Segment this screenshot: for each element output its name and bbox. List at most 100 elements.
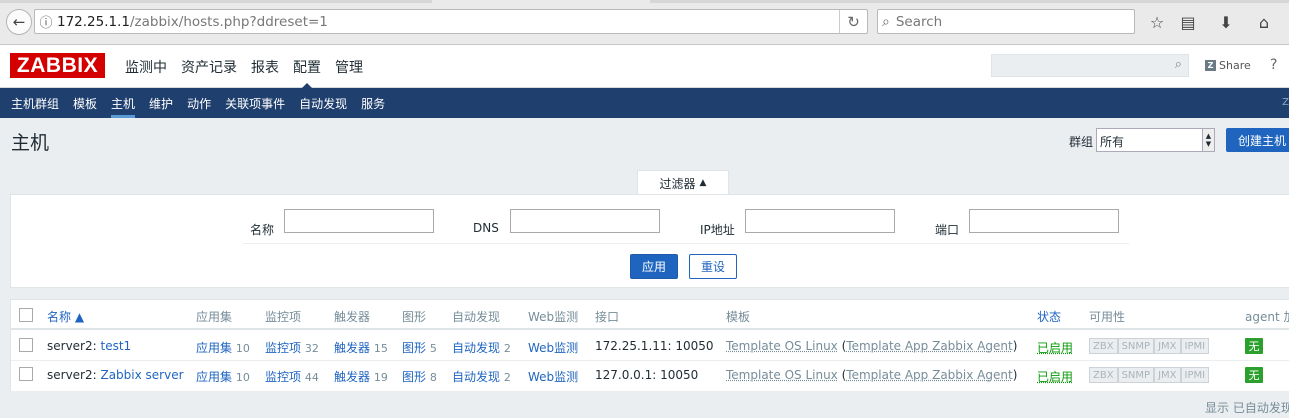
triggers-link[interactable]: 触发器 [334,370,370,384]
submenu-templates[interactable]: 模板 [66,88,104,118]
browser-search-placeholder: Search [895,13,943,30]
submenu-host-groups[interactable]: 主机群组 [4,88,66,118]
snmp-badge: SNMP [1117,367,1155,383]
items-link[interactable]: 监控项 [265,341,301,355]
bookmark-star-icon[interactable]: ☆ [1146,11,1168,33]
triggers-cell: 触发器 19 [334,368,388,385]
sub-menu: 主机群组 模板 主机 维护 动作 关联项事件 自动发现 服务 Z [0,88,1289,118]
zbx-badge: ZBX [1089,367,1118,383]
host-prefix: server2: [47,368,101,382]
filter-tab[interactable]: 过滤器 ▲ [637,170,729,195]
column-header-graphs: 图形 [402,310,427,324]
filter-port-label: 端口 [935,223,960,237]
filter-dns-input[interactable] [510,209,660,233]
template-link[interactable]: Template OS Linux [726,339,838,353]
menu-administration[interactable]: 管理 [328,45,370,88]
filter-dns-label: DNS [473,221,499,235]
discovery-count: 2 [503,342,511,355]
graphs-link[interactable]: 图形 [402,370,426,384]
filter-name-input[interactable] [284,209,434,233]
download-icon[interactable]: ⬇ [1215,11,1237,33]
url-host: 172.25.1.1 [57,13,130,30]
filter-ip-input[interactable] [745,209,895,233]
applications-link[interactable]: 应用集 [196,370,232,384]
page-title: 主机 [11,132,50,154]
column-header-agent-encryption: agent 加 [1245,310,1289,324]
applications-link[interactable]: 应用集 [196,341,232,355]
status-toggle[interactable]: 已启用 [1037,368,1073,385]
share-link[interactable]: Z Share [1205,59,1251,72]
graphs-count: 8 [429,371,437,384]
triggers-link[interactable]: 触发器 [334,341,370,355]
group-label: 群组 [1069,135,1094,149]
collapse-arrow-icon: ▲ [699,178,707,188]
applications-cell: 应用集 10 [196,368,250,385]
main-menu: 监测中 资产记录 报表 配置 管理 [118,45,370,89]
status-toggle[interactable]: 已启用 [1037,339,1073,356]
apply-button[interactable]: 应用 [630,254,678,279]
browser-search-input[interactable]: ⌕ Search [877,9,1135,34]
items-count: 32 [304,342,319,355]
group-select[interactable]: 所有 ▲ ▼ [1096,128,1215,152]
discovery-link[interactable]: 自动发现 [452,341,500,355]
menu-reports[interactable]: 报表 [244,45,286,88]
discovery-cell: 自动发现 2 [452,339,511,356]
filter-panel: 名称 DNS IP地址 端口 应用 重设 [10,194,1289,288]
template-link[interactable]: Template OS Linux [726,368,838,382]
zabbix-share-icon: Z [1205,60,1216,71]
column-header-applications: 应用集 [196,310,233,324]
column-header-name[interactable]: 名称 ▲ [47,308,84,325]
home-icon[interactable]: ⌂ [1253,11,1275,33]
submenu-hosts[interactable]: 主机 [104,88,142,118]
web-link[interactable]: Web监测 [528,368,578,385]
row-checkbox[interactable] [19,338,33,352]
select-all-checkbox[interactable] [19,308,33,322]
triggers-count: 19 [373,371,388,384]
address-bar[interactable]: ⓘ 172.25.1.1/zabbix/hosts.php?ddreset=1 … [34,9,868,34]
discovery-cell: 自动发现 2 [452,368,511,385]
host-name-link[interactable]: Zabbix server [100,368,183,382]
discovery-link[interactable]: 自动发现 [452,370,500,384]
zabbix-logo[interactable]: ZABBIX [10,53,105,78]
nested-template-link[interactable]: Template App Zabbix Agent [846,339,1012,353]
reset-button[interactable]: 重设 [689,254,737,279]
jmx-badge: JMX [1154,367,1181,383]
back-arrow-icon[interactable]: ← [6,9,32,35]
filter-divider [243,243,1129,244]
templates-cell: Template OS Linux (Template App Zabbix A… [726,368,1018,382]
host-name-link[interactable]: test1 [100,339,131,353]
share-label: Share [1219,59,1251,72]
tab-strip-edge [0,0,432,3]
table-row-host: server2: Zabbix server [47,368,184,382]
reading-list-icon[interactable]: ▤ [1177,11,1199,33]
submenu-event-correlation[interactable]: 关联项事件 [218,88,292,118]
row-checkbox[interactable] [19,367,33,381]
graphs-link[interactable]: 图形 [402,341,426,355]
menu-configuration[interactable]: 配置 [286,45,328,89]
menu-inventory[interactable]: 资产记录 [174,45,244,88]
applications-count: 10 [235,342,250,355]
web-link[interactable]: Web监测 [528,339,578,356]
availability-badges: ZBX SNMP JMX IPMI [1089,367,1210,383]
column-header-status[interactable]: 状态 [1037,308,1061,325]
info-icon[interactable]: ⓘ [35,12,57,31]
create-host-button[interactable]: 创建主机 [1226,128,1289,152]
items-cell: 监控项 44 [265,368,319,385]
submenu-actions[interactable]: 动作 [180,88,218,118]
filter-port-input[interactable] [969,209,1119,233]
help-icon[interactable]: ? [1270,57,1277,73]
ipmi-badge: IPMI [1180,367,1210,383]
triggers-count: 15 [373,342,388,355]
search-icon[interactable]: ⌕ [1175,57,1182,72]
submenu-maintenance[interactable]: 维护 [142,88,180,118]
reload-icon[interactable]: ↻ [839,10,867,33]
submenu-services[interactable]: 服务 [354,88,392,118]
column-header-discovery: 自动发现 [452,310,501,324]
menu-monitoring[interactable]: 监测中 [118,45,174,88]
items-link[interactable]: 监控项 [265,370,301,384]
column-header-web: Web监测 [528,310,579,324]
global-search-input[interactable]: ⌕ [991,54,1189,77]
jmx-badge: JMX [1154,338,1181,354]
nested-template-link[interactable]: Template App Zabbix Agent [846,368,1012,382]
submenu-discovery[interactable]: 自动发现 [292,88,354,118]
